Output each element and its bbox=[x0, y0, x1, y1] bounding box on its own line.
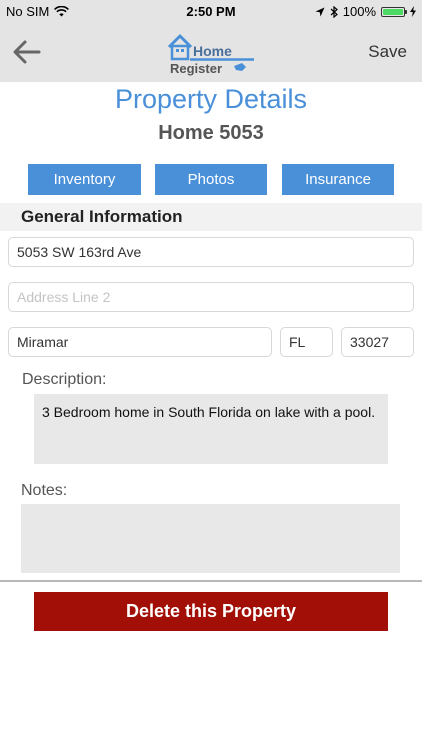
state-input[interactable] bbox=[280, 327, 333, 357]
city-input[interactable] bbox=[8, 327, 272, 357]
general-information-header: General Information bbox=[0, 203, 422, 231]
notes-label: Notes: bbox=[21, 482, 68, 499]
navigation-bar: Home Register Save bbox=[0, 22, 422, 82]
divider bbox=[0, 580, 422, 582]
delete-property-button[interactable]: Delete this Property bbox=[34, 592, 388, 631]
save-button[interactable]: Save bbox=[368, 42, 407, 62]
address-line-1-input[interactable] bbox=[8, 237, 414, 267]
tab-insurance[interactable]: Insurance bbox=[282, 164, 394, 195]
tab-photos[interactable]: Photos bbox=[155, 164, 267, 195]
bluetooth-icon bbox=[330, 5, 338, 18]
home-register-logo: Home Register bbox=[167, 34, 254, 76]
property-name: Home 5053 bbox=[158, 122, 264, 144]
description-textarea[interactable]: 3 Bedroom home in South Florida on lake … bbox=[34, 394, 388, 464]
charging-bolt-icon bbox=[410, 6, 416, 17]
zip-input[interactable] bbox=[341, 327, 414, 357]
address-line-2-input[interactable] bbox=[8, 282, 414, 312]
location-arrow-icon bbox=[315, 7, 325, 16]
status-right: 100% bbox=[315, 4, 416, 19]
tab-inventory[interactable]: Inventory bbox=[28, 164, 141, 195]
notes-textarea[interactable] bbox=[21, 504, 400, 573]
battery-icon bbox=[381, 6, 407, 17]
battery-percent: 100% bbox=[342, 4, 376, 19]
back-arrow-icon bbox=[13, 40, 41, 64]
logo-text-register: Register bbox=[170, 61, 222, 76]
description-label: Description: bbox=[22, 371, 107, 388]
page-title: Property Details bbox=[114, 84, 308, 114]
logo-text-home: Home bbox=[193, 43, 232, 59]
section-heading: General Information bbox=[21, 207, 183, 226]
back-button[interactable] bbox=[12, 39, 42, 65]
status-bar: No SIM 2:50 PM 100% bbox=[0, 0, 422, 22]
